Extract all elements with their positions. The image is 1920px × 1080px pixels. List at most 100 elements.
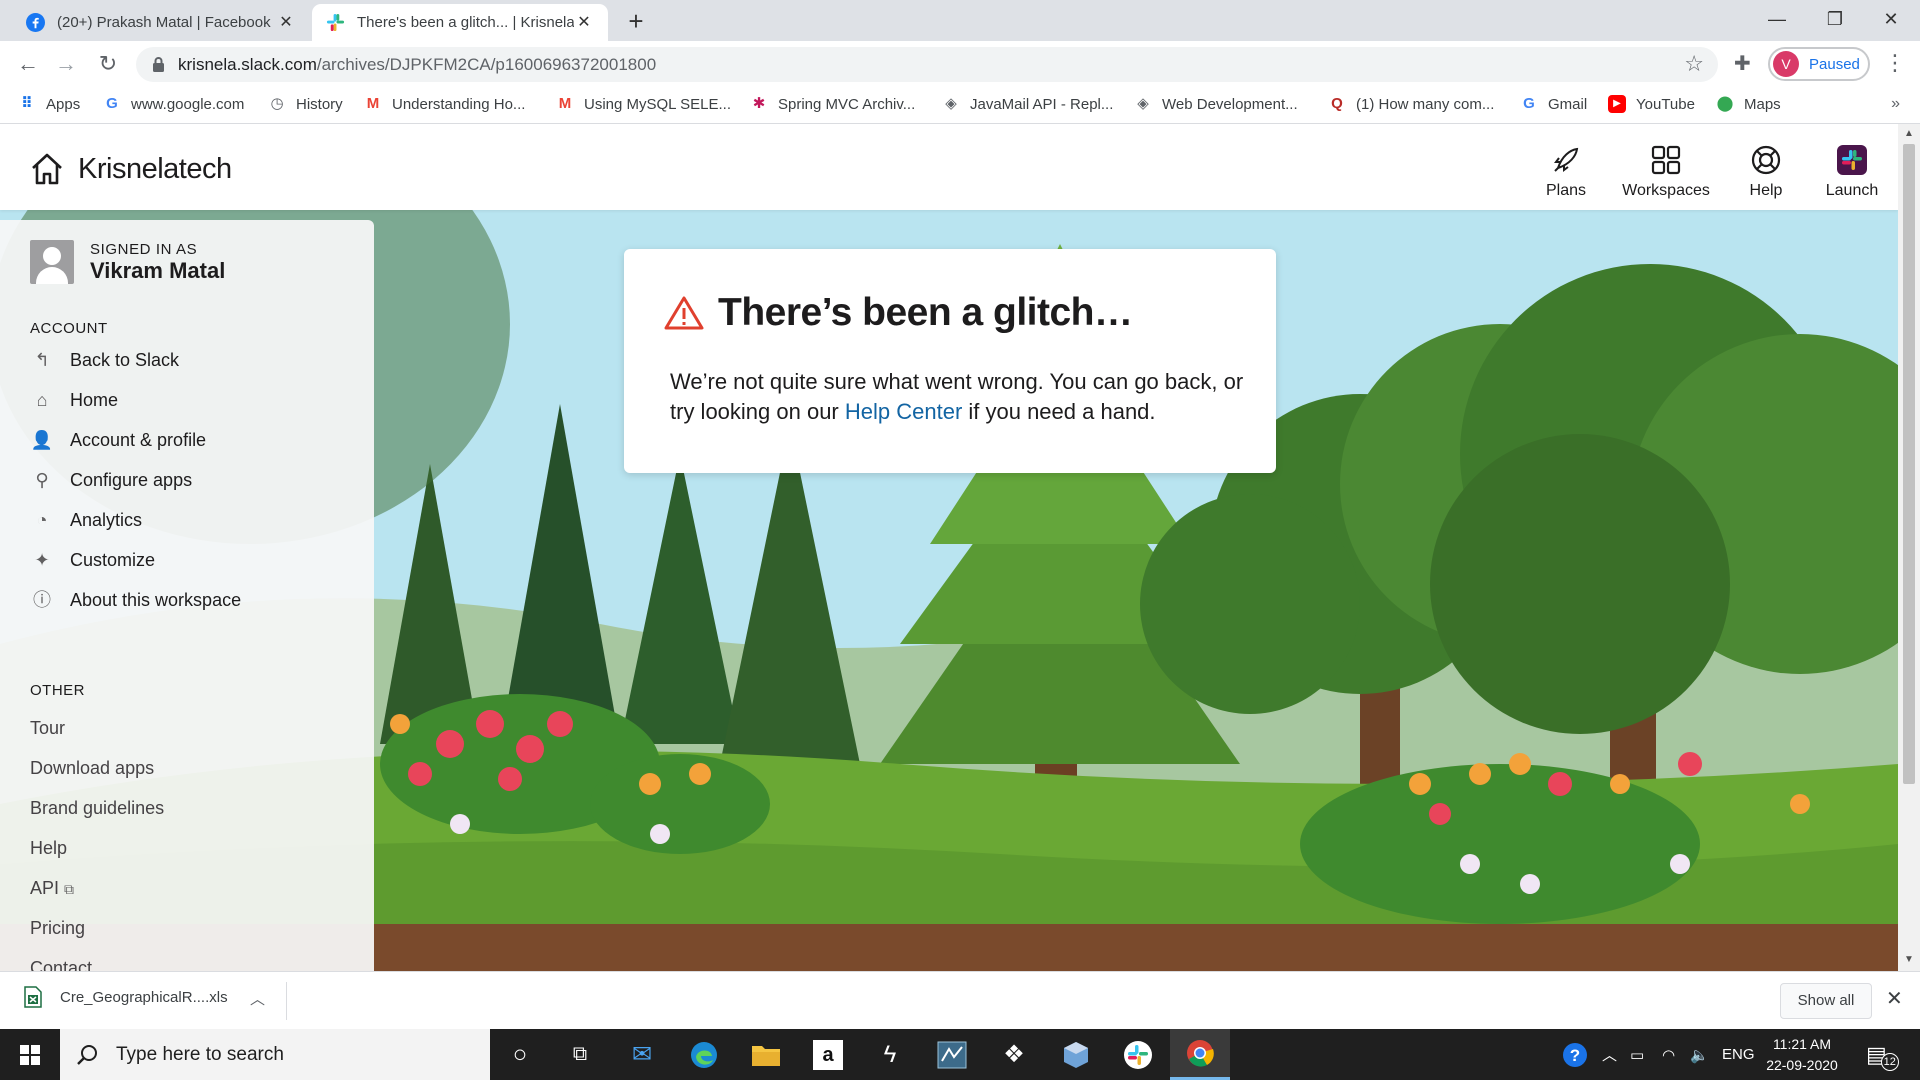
- sidebar-item-label: Configure apps: [70, 469, 193, 490]
- sidebar-link-download-apps[interactable]: Download apps: [30, 758, 154, 779]
- download-item[interactable]: Cre_GeographicalR....xls: [24, 986, 228, 1008]
- volume-icon[interactable]: 🔈: [1690, 1029, 1709, 1080]
- close-window-button[interactable]: ✕: [1862, 0, 1920, 38]
- mail-icon[interactable]: ✉: [612, 1029, 672, 1080]
- task-view-icon[interactable]: ⧉: [550, 1029, 610, 1080]
- cortana-icon[interactable]: ○: [490, 1029, 550, 1080]
- chevron-up-icon[interactable]: ︿: [1602, 1029, 1617, 1080]
- new-tab-button[interactable]: +: [620, 6, 652, 38]
- clock-time: 11:21 AM: [1772, 1036, 1832, 1052]
- bookmark-webdev[interactable]: ◈ Web Development...: [1134, 95, 1297, 113]
- battery-icon[interactable]: ▭: [1630, 1029, 1644, 1080]
- file-explorer-icon[interactable]: [736, 1029, 796, 1080]
- bookmark-maps[interactable]: ⬤ Maps: [1716, 95, 1781, 113]
- back-arrow-icon[interactable]: ←: [14, 50, 42, 78]
- user-name: Vikram Matal: [90, 257, 226, 283]
- scroll-up-icon[interactable]: ▲: [1904, 128, 1914, 139]
- scrollbar-thumb[interactable]: [1903, 144, 1915, 784]
- wifi-icon[interactable]: ◠: [1662, 1029, 1675, 1080]
- bookmark-apps[interactable]: ⠿ Apps: [18, 95, 80, 113]
- bookmark-label: YouTube: [1636, 95, 1695, 113]
- more-bookmarks-icon[interactable]: »: [1891, 95, 1900, 113]
- notifications-button[interactable]: ▤ 12: [1866, 1029, 1899, 1080]
- maps-pin-icon: ⬤: [1716, 95, 1734, 112]
- bookmark-youtube[interactable]: ▶ YouTube: [1608, 95, 1695, 113]
- diamond-icon: ◈: [945, 95, 957, 112]
- nav-plans[interactable]: Plans: [1516, 144, 1616, 200]
- nav-label: Workspaces: [1622, 182, 1710, 199]
- facebook-icon: [26, 13, 45, 32]
- rocket-icon: [1554, 147, 1579, 172]
- forward-arrow-icon[interactable]: →: [52, 50, 80, 78]
- nav-launch[interactable]: Launch: [1802, 144, 1898, 200]
- sidebar-link-api[interactable]: API ⧉: [30, 878, 74, 899]
- home-icon: [32, 153, 62, 185]
- sidebar-item-back-to-slack[interactable]: ↰ Back to Slack: [30, 348, 179, 372]
- chevron-up-icon[interactable]: ︿: [250, 988, 265, 1009]
- gmail-m-icon: M: [366, 95, 380, 112]
- bookmark-history[interactable]: ◷ History: [268, 95, 342, 113]
- sidebar-link-brand-guidelines[interactable]: Brand guidelines: [30, 798, 164, 819]
- virtualbox-icon[interactable]: [1046, 1029, 1106, 1080]
- error-title: There’s been a glitch…: [664, 291, 1133, 335]
- tab-facebook[interactable]: (20+) Prakash Matal | Facebook ✕: [12, 4, 310, 41]
- restore-button[interactable]: ❐: [1806, 0, 1864, 38]
- sidebar-item-about-workspace[interactable]: ⓘ About this workspace: [30, 588, 241, 612]
- nav-label: Launch: [1825, 182, 1879, 199]
- language-indicator[interactable]: ENG: [1722, 1029, 1755, 1080]
- info-icon: ⓘ: [33, 590, 51, 610]
- sidebar-item-analytics[interactable]: ◔ Analytics: [30, 508, 142, 532]
- sidebar-link-tour[interactable]: Tour: [30, 718, 65, 739]
- scroll-down-icon[interactable]: ▼: [1904, 954, 1914, 965]
- dropbox-icon[interactable]: ❖: [984, 1029, 1044, 1080]
- bug-icon: ✱: [752, 95, 766, 112]
- chrome-icon[interactable]: [1170, 1029, 1230, 1080]
- sidebar-item-home[interactable]: ⌂ Home: [30, 388, 118, 412]
- windows-start-icon[interactable]: [0, 1029, 60, 1080]
- mysql-workbench-icon[interactable]: [922, 1029, 982, 1080]
- help-center-link[interactable]: Help Center: [845, 399, 962, 424]
- bookmark-javamail[interactable]: ◈ JavaMail API - Repl...: [942, 95, 1113, 113]
- page-scrollbar[interactable]: ▲ ▼: [1898, 124, 1920, 971]
- bookmark-gmail[interactable]: G Gmail: [1520, 95, 1587, 113]
- nav-help[interactable]: Help: [1716, 144, 1816, 200]
- bookmark-google[interactable]: Gwww.google.com: [103, 95, 244, 113]
- reload-icon[interactable]: ↻: [94, 50, 122, 78]
- error-card: There’s been a glitch… We’re not quite s…: [624, 249, 1276, 473]
- sidebar-item-label: Home: [70, 389, 119, 410]
- bookmark-quora[interactable]: Q (1) How many com...: [1328, 95, 1494, 113]
- workspace-home-link[interactable]: Krisnelatech: [30, 152, 232, 186]
- extensions-puzzle-icon[interactable]: ✚: [1734, 51, 1751, 76]
- address-bar[interactable]: krisnela.slack.com/archives/DJPKFM2CA/p1…: [136, 47, 1718, 82]
- sidebar-item-configure-apps[interactable]: ⚲ Configure apps: [30, 468, 192, 492]
- sidebar-item-account-profile[interactable]: 👤 Account & profile: [30, 428, 206, 452]
- tab-slack-glitch[interactable]: There's been a glitch... | Krisnelatech …: [312, 4, 608, 41]
- sidebar-link-pricing[interactable]: Pricing: [30, 918, 85, 939]
- taskbar-search[interactable]: Type here to search: [60, 1029, 490, 1080]
- sidebar-link-contact[interactable]: Contact: [30, 958, 92, 971]
- bookmark-spring[interactable]: ✱ Spring MVC Archiv...: [750, 95, 916, 113]
- browser-menu-icon[interactable]: ⋮: [1884, 50, 1906, 76]
- excel-file-icon: [24, 986, 42, 1008]
- bookmark-star-icon[interactable]: ☆: [1684, 51, 1704, 77]
- error-title-text: There’s been a glitch…: [718, 291, 1133, 334]
- minimize-button[interactable]: —: [1748, 0, 1806, 38]
- show-all-button[interactable]: Show all: [1780, 983, 1872, 1019]
- bookmark-label: Spring MVC Archiv...: [778, 95, 916, 113]
- winamp-icon[interactable]: ϟ: [860, 1029, 920, 1080]
- bookmark-label: (1) How many com...: [1356, 95, 1495, 113]
- clock[interactable]: 11:21 AM 22-09-2020: [1752, 1034, 1852, 1076]
- sidebar-item-customize[interactable]: ✦ Customize: [30, 548, 155, 572]
- bookmark-understanding[interactable]: M Understanding Ho...: [364, 95, 526, 113]
- sidebar-link-help[interactable]: Help: [30, 838, 67, 859]
- nav-workspaces[interactable]: Workspaces: [1616, 144, 1716, 200]
- amazon-icon[interactable]: a: [798, 1029, 858, 1080]
- profile-button[interactable]: V Paused: [1768, 47, 1870, 81]
- close-tab-icon[interactable]: ✕: [574, 13, 594, 33]
- help-tray-icon[interactable]: ?: [1562, 1029, 1588, 1080]
- close-downloads-icon[interactable]: ✕: [1886, 986, 1903, 1011]
- slack-icon[interactable]: [1108, 1029, 1168, 1080]
- close-tab-icon[interactable]: ✕: [276, 13, 296, 33]
- bookmark-mysql[interactable]: M Using MySQL SELE...: [556, 95, 731, 113]
- edge-icon[interactable]: [674, 1029, 734, 1080]
